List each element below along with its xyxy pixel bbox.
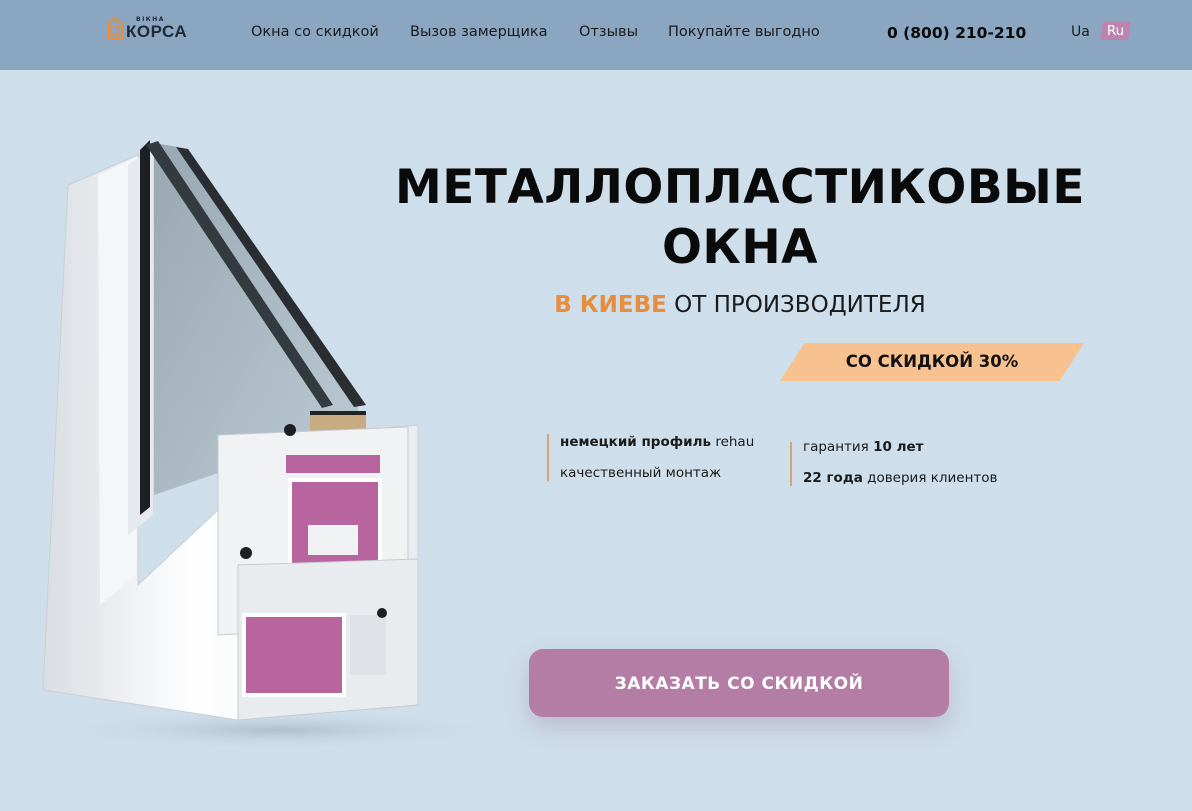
- feature-trust-text: доверия клиентов: [867, 470, 998, 486]
- feature-profile-bold: немецкий профиль: [560, 434, 712, 450]
- hero-subtitle-rest: ОТ ПРОИЗВОДИТЕЛЯ: [674, 292, 926, 318]
- feature-warranty: гарантия 10 лет: [803, 432, 998, 463]
- hero-title-line2: ОКНА: [661, 220, 819, 275]
- hero-title: МЕТАЛЛОПЛАСТИКОВЫЕ ОКНА: [340, 158, 1140, 278]
- logo-house-icon: [106, 16, 124, 40]
- feature-trust-bold: 22 года: [803, 470, 863, 486]
- feature-profile: немецкий профиль rehau: [560, 427, 754, 458]
- logo[interactable]: ВІКНА КОРСА: [106, 16, 206, 44]
- feature-warranty-bold: 10 лет: [873, 439, 924, 455]
- nav-item-reviews[interactable]: Отзывы: [579, 24, 638, 40]
- feature-warranty-text: гарантия: [803, 439, 869, 455]
- feature-trust: 22 года доверия клиентов: [803, 463, 998, 494]
- feature-profile-text: rehau: [715, 434, 755, 450]
- nav-item-call-measurer[interactable]: Вызов замерщика: [410, 24, 548, 40]
- nav-item-buy-profitably[interactable]: Покупайте выгодно: [668, 24, 820, 40]
- feature-installation-text: качественный монтаж: [560, 465, 722, 481]
- lang-ru-button[interactable]: Ru: [1100, 22, 1131, 40]
- hero-subtitle-city: В КИЕВЕ: [554, 292, 667, 318]
- order-discount-button[interactable]: ЗАКАЗАТЬ СО СКИДКОЙ: [529, 649, 949, 717]
- phone-number[interactable]: 0 (800) 210-210: [887, 24, 1026, 42]
- lang-ua-button[interactable]: Ua: [1071, 24, 1090, 40]
- hero-title-line1: МЕТАЛЛОПЛАСТИКОВЫЕ: [395, 160, 1085, 215]
- discount-badge: СО СКИДКОЙ 30%: [780, 343, 1084, 381]
- features-right: гарантия 10 лет 22 года доверия клиентов: [790, 439, 998, 486]
- nav-item-discount-windows[interactable]: Окна со скидкой: [251, 24, 379, 40]
- feature-installation: качественный монтаж: [560, 458, 754, 489]
- site-header: ВІКНА КОРСА Окна со скидкой Вызов замерщ…: [0, 0, 1192, 70]
- features-left: немецкий профиль rehau качественный монт…: [547, 434, 754, 481]
- logo-name: КОРСА: [126, 22, 188, 41]
- hero-subtitle: В КИЕВЕ ОТ ПРОИЗВОДИТЕЛЯ: [340, 292, 1140, 318]
